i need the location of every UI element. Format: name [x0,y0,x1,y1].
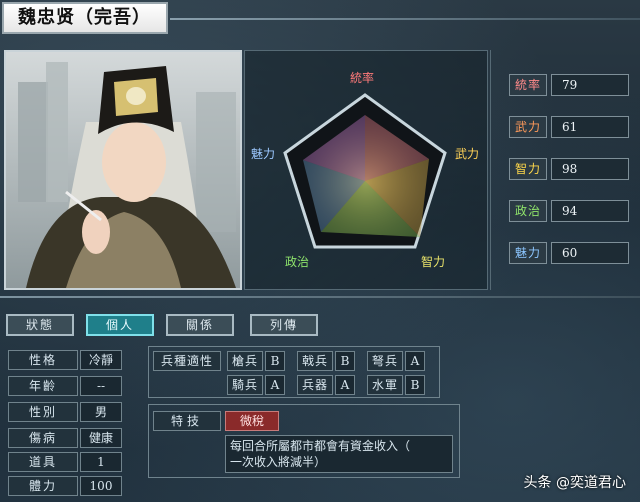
radar-label-war: 武力 [455,147,480,161]
info-label: 體力 [8,476,78,496]
stat-row-int: 智力 98 [509,158,631,180]
title-divider [170,18,640,20]
character-name-title: 魏忠贤（完吾） [2,2,168,34]
tab-status[interactable]: 狀態 [6,314,74,336]
info-row-health: 傷病 健康 [8,428,122,448]
skill-description: 每回合所屬都市都會有資金收入（ 一次收入將減半） [225,435,453,473]
stat-row-lead: 統率 79 [509,74,631,96]
info-value: 冷靜 [80,350,122,370]
tab-personal[interactable]: 個人 [86,314,154,336]
troop-label-crossbow: 弩兵 [367,351,403,371]
stat-value: 60 [551,242,629,264]
stat-row-pol: 政治 94 [509,200,631,222]
stat-value: 98 [551,158,629,180]
info-value: 1 [80,452,122,472]
info-row-items: 道具 1 [8,452,122,472]
info-label: 道具 [8,452,78,472]
troop-grade-cavalry: A [265,375,285,395]
stat-value: 94 [551,200,629,222]
troop-label-cavalry: 騎兵 [227,375,263,395]
stat-value: 61 [551,116,629,138]
special-skill-panel: 特技 微稅 每回合所屬都市都會有資金收入（ 一次收入將減半） [148,404,460,478]
info-value: 健康 [80,428,122,448]
info-row-stamina: 體力 100 [8,476,122,496]
stat-label: 武力 [509,116,547,138]
stats-radar-panel: 統率 武力 智力 政治 魅力 [244,50,488,290]
info-row-age: 年齡 -- [8,376,122,396]
troop-aptitude-header: 兵種適性 [153,351,221,371]
troop-grade-navy: B [405,375,425,395]
skill-name[interactable]: 微稅 [225,411,279,431]
troop-aptitude-panel: 兵種適性 槍兵 B 戟兵 B 弩兵 A 騎兵 A 兵器 A 水軍 B [148,346,440,398]
attribute-stats-panel: 統率 79 武力 61 智力 98 政治 94 魅力 60 [490,50,640,290]
watermark-text: 头条 @奕道君心 [523,475,626,491]
stat-label: 政治 [509,200,547,222]
stat-value: 79 [551,74,629,96]
skill-description-line2: 一次收入將減半） [230,455,327,469]
info-value: 男 [80,402,122,422]
radar-label-pol: 政治 [285,255,310,269]
skill-description-line1: 每回合所屬都市都會有資金收入（ [230,439,411,453]
info-label: 性別 [8,402,78,422]
radar-label-lead: 統率 [350,71,375,85]
info-value: -- [80,376,122,396]
info-label: 性格 [8,350,78,370]
radar-label-chr: 魅力 [251,147,276,161]
stat-label: 智力 [509,158,547,180]
troop-grade-spear: B [265,351,285,371]
info-row-personality: 性格 冷靜 [8,350,122,370]
troop-label-spear: 槍兵 [227,351,263,371]
stat-label: 魅力 [509,242,547,264]
troop-grade-halberd: B [335,351,355,371]
troop-label-navy: 水軍 [367,375,403,395]
troop-label-halberd: 戟兵 [297,351,333,371]
stats-radar-chart [283,93,447,249]
info-label: 年齡 [8,376,78,396]
info-label: 傷病 [8,428,78,448]
stat-row-chr: 魅力 60 [509,242,631,264]
troop-grade-siege: A [335,375,355,395]
info-row-gender: 性別 男 [8,402,122,422]
stat-label: 統率 [509,74,547,96]
info-value: 100 [80,476,122,496]
tab-biography[interactable]: 列傳 [250,314,318,336]
stat-row-war: 武力 61 [509,116,631,138]
character-portrait [4,50,242,290]
skill-header: 特技 [153,411,221,431]
troop-grade-crossbow: A [405,351,425,371]
radar-label-int: 智力 [421,255,446,269]
portrait-illustration [6,52,240,288]
troop-label-siege: 兵器 [297,375,333,395]
section-divider [0,296,640,298]
tab-relations[interactable]: 關係 [166,314,234,336]
